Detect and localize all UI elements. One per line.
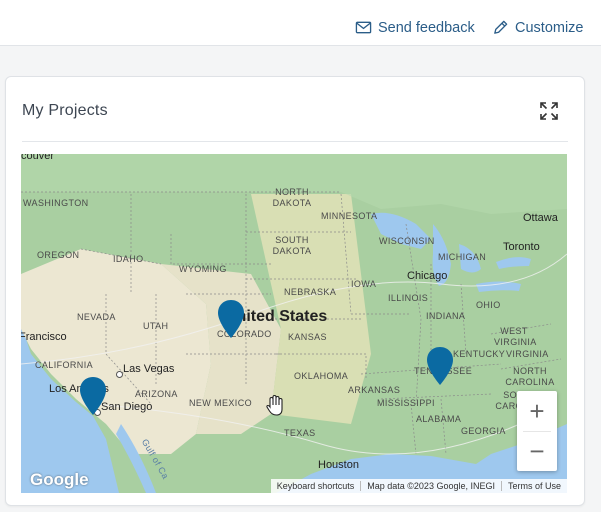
- zoom-in-button[interactable]: +: [517, 391, 557, 431]
- state-label: KANSAS: [288, 332, 327, 342]
- expand-icon[interactable]: [539, 101, 559, 121]
- state-label: MICHIGAN: [438, 252, 487, 262]
- state-label: ARKANSAS: [348, 385, 401, 395]
- state-label: UTAH: [143, 321, 169, 331]
- city-label: Toronto: [503, 241, 540, 253]
- zoom-control: + −: [517, 391, 557, 471]
- state-label: INDIANA: [426, 311, 466, 321]
- map-attribution: Keyboard shortcuts Map data ©2023 Google…: [270, 479, 567, 493]
- state-label: GEORGIA: [461, 426, 506, 436]
- hand-cursor-icon: [266, 394, 283, 416]
- state-label: WISCONSIN: [379, 236, 435, 246]
- city-label: Ottawa: [523, 212, 558, 224]
- state-label: WYOMING: [179, 264, 227, 274]
- city-label: couver: [21, 154, 55, 162]
- state-label: KENTUCKY: [453, 349, 506, 359]
- state-label: NEBRASKA: [284, 287, 337, 297]
- state-label: IDAHO: [113, 254, 144, 264]
- terms-link[interactable]: Terms of Use: [502, 481, 567, 491]
- customize-label: Customize: [515, 19, 584, 36]
- state-label: CALIFORNIA: [35, 360, 94, 370]
- send-feedback-link[interactable]: Send feedback: [355, 19, 475, 36]
- state-label: NORTH CAROLINA: [505, 366, 555, 387]
- city-label: Las Vegas: [115, 363, 175, 378]
- customize-link[interactable]: Customize: [492, 19, 584, 36]
- map-pin-icon[interactable]: [426, 346, 454, 386]
- map-pin-icon[interactable]: [217, 299, 245, 339]
- send-feedback-label: Send feedback: [378, 19, 475, 36]
- state-label: ARIZONA: [135, 389, 178, 399]
- city-label: Chicago: [407, 270, 448, 282]
- state-label: TEXAS: [284, 428, 316, 438]
- state-label: SOUTH DAKOTA: [272, 235, 312, 256]
- zoom-out-button[interactable]: −: [517, 431, 557, 471]
- card-divider: [22, 141, 568, 142]
- projects-card: My Projects WASHINGTON OREGON IDAHO NEVA…: [5, 76, 585, 506]
- state-label: MINNESOTA: [321, 211, 378, 221]
- state-label: ALABAMA: [416, 414, 462, 424]
- state-label: OKLAHOMA: [294, 371, 349, 381]
- state-label: OHIO: [476, 300, 501, 310]
- top-bar: Send feedback Customize: [0, 0, 601, 46]
- state-label: ILLINOIS: [388, 293, 429, 303]
- pencil-icon: [494, 20, 508, 34]
- keyboard-shortcuts-link[interactable]: Keyboard shortcuts: [271, 481, 361, 491]
- map-data-text: Map data ©2023 Google, INEGI: [367, 481, 495, 491]
- state-label: OREGON: [37, 250, 80, 260]
- city-label: San Diego: [93, 401, 153, 416]
- state-label: VIRGINIA: [506, 349, 549, 359]
- state-label: NORTH DAKOTA: [272, 187, 312, 208]
- card-title: My Projects: [22, 102, 108, 119]
- city-label: Houston: [318, 459, 359, 471]
- state-label: NEVADA: [77, 312, 116, 322]
- state-label: WEST VIRGINIA: [494, 326, 537, 347]
- mail-icon: [355, 21, 372, 34]
- map-view[interactable]: WASHINGTON OREGON IDAHO NEVADA CALIFORNI…: [21, 154, 567, 493]
- state-label: NEW MEXICO: [189, 398, 253, 408]
- city-label: Francisco: [21, 331, 67, 343]
- state-label: IOWA: [351, 279, 377, 289]
- state-label: MISSISSIPPI: [377, 398, 435, 408]
- map-pin-icon[interactable]: [79, 376, 107, 416]
- state-label: WASHINGTON: [23, 198, 89, 208]
- google-logo: Google: [30, 470, 89, 489]
